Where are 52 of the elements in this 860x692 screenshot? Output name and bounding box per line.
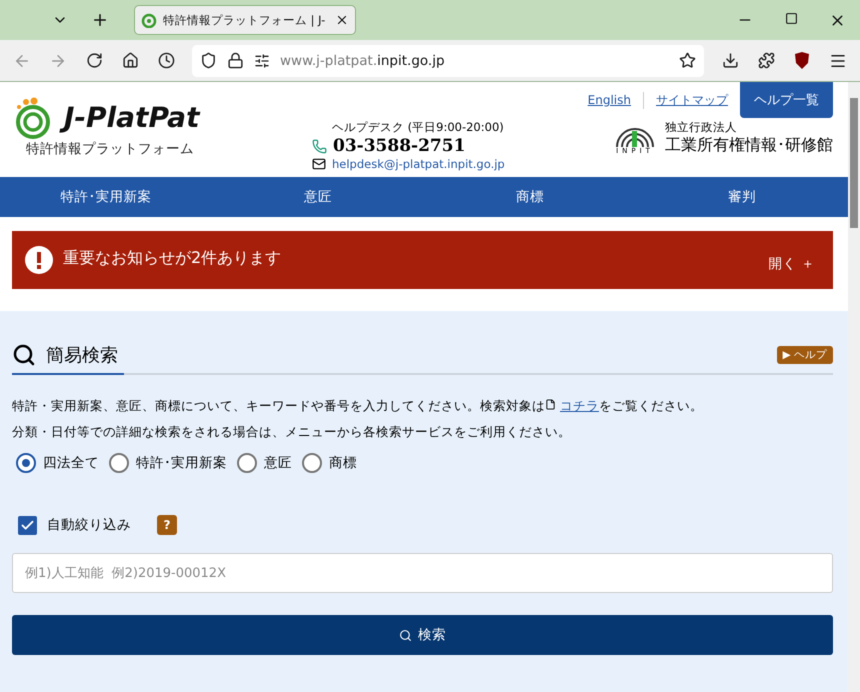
helpdesk-label: ヘルプデスク (平日9:00-20:00) [331,120,505,135]
maximize-icon[interactable] [784,12,798,24]
sliders-icon [254,52,270,68]
mail-icon [312,157,326,171]
org-type: 独立行政法人 [665,120,738,135]
logo-text: J-PlatPat [58,96,208,140]
help-list-button[interactable]: ヘルプ一覧 [740,82,833,118]
email-link[interactable]: helpdesk@j-platpat.inpit.go.jp [332,157,505,171]
alert-icon [25,246,53,274]
shield-icon [200,52,217,69]
nav-item[interactable]: 意匠 [212,177,424,217]
help-badge[interactable]: ? [157,515,177,535]
search-button[interactable]: 検索 [12,615,833,655]
section-tab[interactable]: 簡易検索 [12,337,124,375]
nav-item[interactable]: 特許･実用新案 [0,177,212,217]
search-input[interactable]: 例1)人工知能 例2)2019-00012X [12,553,833,593]
phone-icon [312,138,327,154]
auto-narrow-checkbox[interactable] [18,516,37,534]
puzzle-icon[interactable] [758,52,774,69]
home-icon[interactable] [122,52,138,69]
reload-icon[interactable] [86,52,102,69]
logo-subtitle: 特許情報プラットフォーム [26,140,195,158]
notice-toggle[interactable]: 開く ＋ [768,255,815,273]
close-icon[interactable] [335,13,349,27]
scope-radio[interactable]: 特許･実用新案 [109,453,227,473]
scope-radio[interactable]: 意匠 [237,453,292,473]
download-icon[interactable] [722,52,738,69]
search-icon [12,343,36,367]
notice-message: 重要なお知らせが2件あります [63,248,282,268]
scope-radio[interactable]: 商標 [302,453,357,473]
help-link[interactable]: ▶ ヘルプ [776,346,833,364]
new-tab-icon[interactable] [91,11,109,29]
address-bar[interactable]: www.j-platpat.inpit.go.jp [192,44,704,76]
description-text: 特許・実用新案、意匠、商標について、キーワードや番号を入力してください。検索対象は コチラ をご覧ください。 [12,397,704,415]
site-icon [141,12,157,28]
target-link[interactable]: コチラ [560,398,599,413]
phone-number: 03-3588-2751 [333,136,466,156]
scope-radio[interactable]: 四法全て [16,453,99,473]
shield-icon[interactable] [794,52,810,69]
org-name: 工業所有権情報･研修館 [665,135,833,156]
bookmark-star-icon[interactable] [679,52,696,69]
checkbox-label: 自動絞り込み [47,516,131,534]
header-link[interactable]: English [576,93,643,107]
nav-item[interactable]: 商標 [424,177,636,217]
search-icon [399,628,412,642]
scrollbar[interactable] [848,82,860,692]
document-icon [545,399,556,410]
description-text: 分類・日付等での詳細な検索をされる場合は、メニューから各検索サービスをご利用ください。 [12,423,572,441]
browser-tab[interactable]: 特許情報プラットフォーム | J- [134,5,356,35]
nav-item[interactable]: 審判 [636,177,848,217]
clock-icon[interactable] [158,52,174,69]
lock-icon [227,52,244,69]
